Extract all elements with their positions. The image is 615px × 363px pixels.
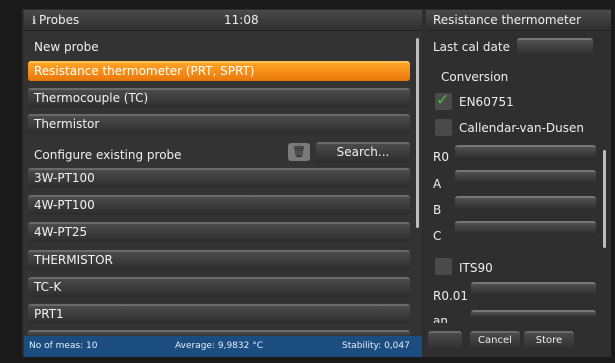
coef-field-a[interactable] (455, 170, 596, 184)
average-value: Average: 9,9832 °C (175, 341, 263, 351)
probe-list-scrollbar[interactable] (416, 38, 419, 228)
existing-probe-heading: Configure existing probe (34, 148, 182, 162)
settings-scrollbar[interactable] (603, 150, 606, 248)
probe-item[interactable]: 4W-PT100 (28, 195, 410, 215)
new-probe-thermistor[interactable]: Thermistor (28, 114, 410, 134)
probe-item[interactable]: THERMISTOR (28, 250, 410, 270)
store-button[interactable]: Store (524, 331, 574, 351)
cvd-checkbox[interactable] (435, 119, 452, 136)
probes-titlebar: ℹ Probes 11:08 (24, 10, 422, 31)
new-probe-prt[interactable]: Resistance thermometer (PRT, SPRT) (28, 61, 410, 81)
last-cal-field[interactable] (517, 38, 593, 56)
cancel-button[interactable]: Cancel (470, 331, 520, 351)
meas-count: No of meas: 10 (29, 341, 98, 351)
coef-label-a: A (433, 177, 442, 191)
search-button[interactable]: Search... (316, 142, 410, 163)
probe-item[interactable]: PRT1 (28, 304, 410, 324)
coef-field-c[interactable] (455, 221, 596, 235)
new-probe-tc[interactable]: Thermocouple (TC) (28, 88, 410, 108)
stability-value: Stability: 0,047 (342, 341, 410, 351)
conversion-label: Conversion (441, 70, 509, 84)
settings-titlebar: Resistance thermometer (426, 10, 611, 31)
coef-field-r0[interactable] (455, 145, 596, 159)
its90-label: ITS90 (459, 261, 493, 275)
page-title: Probes (39, 13, 80, 27)
coef-field-b[interactable] (455, 196, 596, 210)
probe-item[interactable]: TC-K (28, 277, 410, 297)
trash-icon[interactable]: 🗑 (288, 143, 310, 161)
an-label: an (433, 314, 448, 323)
r001-label: R0.01 (433, 289, 469, 303)
en60751-label: EN60751 (459, 95, 514, 109)
coef-label-b: B (433, 203, 442, 217)
r001-field[interactable] (471, 282, 596, 296)
clock: 11:08 (224, 13, 259, 27)
status-bar: No of meas: 10 Average: 9,9832 °C Stabil… (24, 336, 422, 357)
last-cal-label: Last cal date (433, 40, 510, 54)
probe-item[interactable]: 4W-PT25 (28, 222, 410, 242)
probe-item[interactable]: 3W-PT100 (28, 168, 410, 188)
settings-title: Resistance thermometer (433, 13, 582, 27)
check-icon: ✓ (436, 90, 450, 109)
cvd-label: Callendar-van-Dusen (459, 121, 585, 135)
an-field[interactable] (471, 310, 596, 318)
coef-label-c: C (433, 229, 442, 243)
its90-checkbox[interactable] (435, 258, 452, 275)
new-probe-heading: New probe (34, 40, 99, 54)
coef-label-r0: R0 (433, 150, 449, 164)
blank-button[interactable] (428, 331, 462, 351)
info-icon: ℹ (32, 14, 37, 27)
en60751-checkbox[interactable]: ✓ (435, 90, 452, 110)
